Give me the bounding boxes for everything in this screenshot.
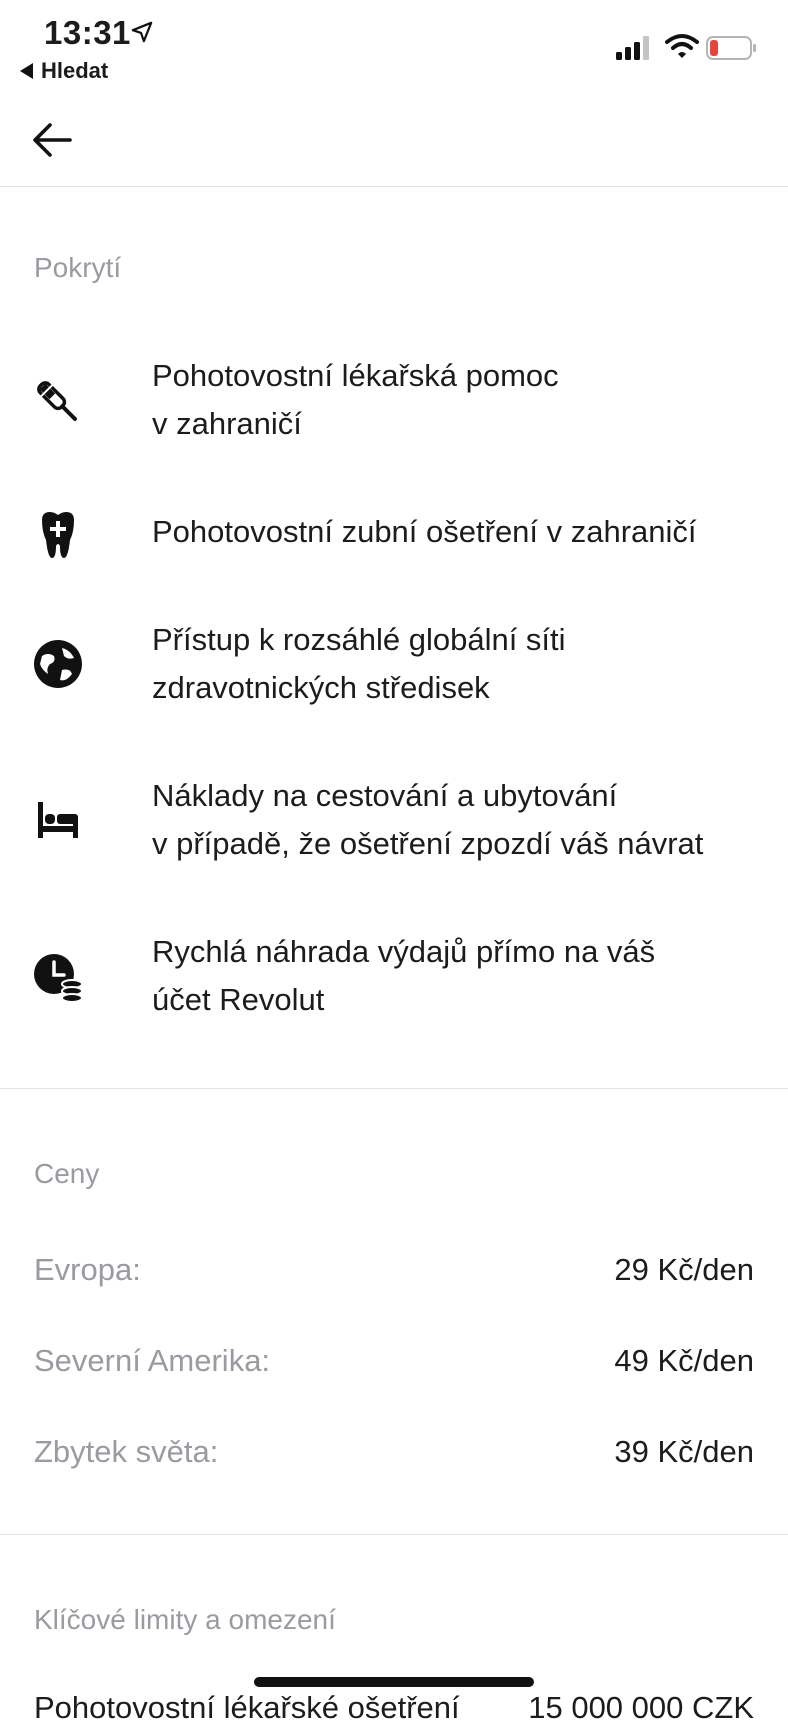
wifi-icon — [665, 34, 699, 58]
back-to-app-label: Hledat — [41, 58, 109, 83]
clock-coins-icon — [34, 954, 83, 1003]
price-label: Severní Amerika: — [34, 1343, 271, 1378]
cellular-signal-icon — [616, 36, 649, 60]
price-label: Evropa: — [34, 1252, 141, 1287]
back-triangle-icon — [20, 63, 33, 79]
crutch-icon — [37, 381, 77, 421]
status-bar: 13:31 Hledat — [0, 0, 788, 90]
section-divider — [0, 1534, 788, 1535]
coverage-item-text: Pohotovostní lékařská pomoc v zahraničí — [152, 358, 559, 441]
coverage-item-text: Náklady na cestování a ubytování v přípa… — [152, 778, 704, 861]
price-value: 29 Kč/den — [614, 1252, 754, 1287]
prices-title: Ceny — [34, 1158, 100, 1189]
bed-icon — [38, 802, 78, 838]
coverage-item-text: Pohotovostní zubní ošetření v zahraničí — [152, 514, 697, 549]
tooth-plus-icon — [42, 512, 74, 558]
coverage-title: Pokrytí — [34, 252, 122, 283]
price-label: Zbytek světa: — [34, 1434, 219, 1469]
location-arrow-icon — [131, 21, 153, 43]
top-nav — [0, 100, 788, 187]
home-indicator[interactable] — [254, 1677, 534, 1687]
price-row-north-america: Severní Amerika: 49 Kč/den — [34, 1343, 754, 1391]
limits-row-partial: Pohotovostní lékařské ošetření 15 000 00… — [34, 1690, 754, 1726]
limits-title: Klíčové limity a omezení — [34, 1604, 336, 1635]
coverage-item-text: Přístup k rozsáhlé globální síti zdravot… — [152, 622, 566, 705]
section-divider — [0, 1088, 788, 1089]
status-time: 13:31 — [44, 14, 131, 51]
price-value: 49 Kč/den — [614, 1343, 754, 1378]
limits-row-label: Pohotovostní lékařské ošetření — [34, 1690, 460, 1725]
arrow-left-icon[interactable] — [30, 120, 76, 160]
limits-row-value: 15 000 000 CZK — [528, 1690, 754, 1725]
price-row-rest-of-world: Zbytek světa: 39 Kč/den — [34, 1434, 754, 1482]
globe-icon — [34, 640, 82, 688]
price-row-europe: Evropa: 29 Kč/den — [34, 1252, 754, 1300]
coverage-item-text: Rychlá náhrada výdajů přímo na váš účet … — [152, 934, 656, 1017]
battery-icon — [706, 36, 756, 60]
back-to-app-link[interactable]: Hledat — [20, 58, 108, 84]
price-value: 39 Kč/den — [614, 1434, 754, 1469]
